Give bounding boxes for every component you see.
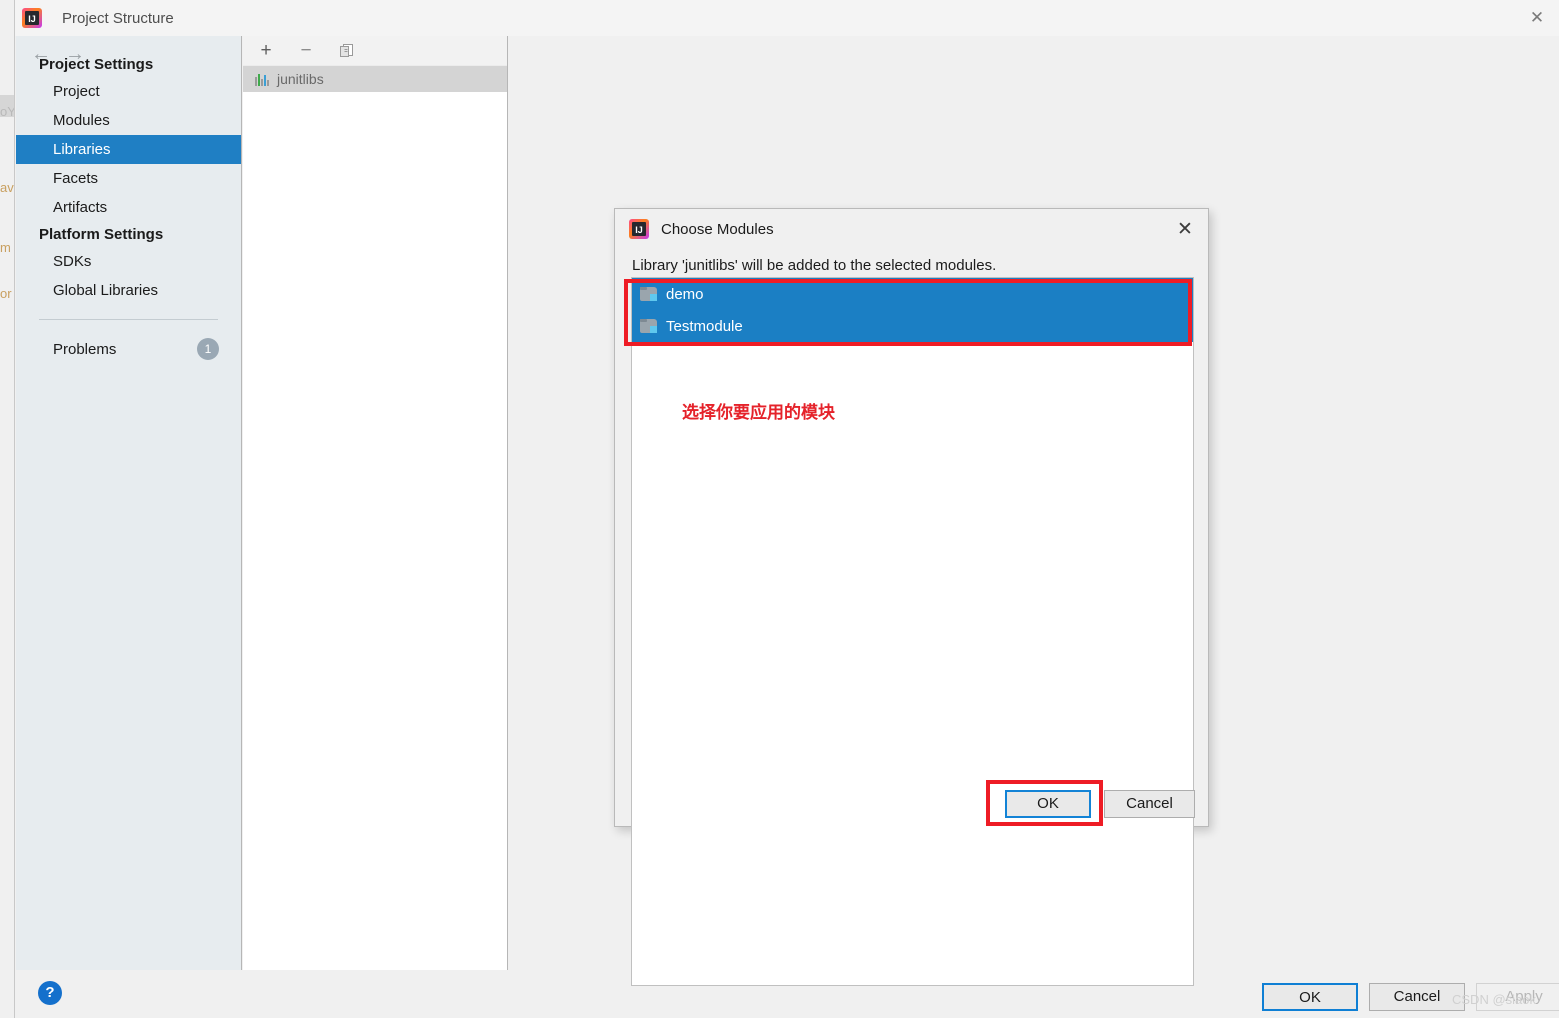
sidebar-item-artifacts[interactable]: Artifacts [16,193,241,222]
copy-icon[interactable] [335,40,357,62]
background-fragment: m [0,240,11,255]
intellij-logo-icon: IJ [22,8,42,28]
sidebar-item-modules[interactable]: Modules [16,106,241,135]
choose-modules-dialog: IJ Choose Modules ✕ Library 'junitlibs' … [614,208,1209,986]
dialog-title: Choose Modules [661,220,774,238]
back-arrow-icon[interactable]: ← [24,39,58,69]
sidebar-item-facets[interactable]: Facets [16,164,241,193]
sidebar-item-problems[interactable]: Problems 1 [16,335,241,364]
libraries-panel: + − junitlibs [243,36,508,970]
module-folder-icon [640,287,657,301]
list-item[interactable]: Testmodule [632,310,1193,342]
close-icon[interactable]: ✕ [1162,209,1208,249]
intellij-logo-icon: IJ [629,219,649,239]
list-item[interactable]: junitlibs [243,66,507,92]
module-name: Testmodule [666,317,743,335]
intellij-logo-label: IJ [28,14,36,24]
forward-arrow-icon[interactable]: → [58,39,92,69]
nav-group-platform-settings: Platform Settings SDKs Global Libraries [16,222,241,305]
annotation-text: 选择你要应用的模块 [682,403,835,422]
sidebar-item-project[interactable]: Project [16,77,241,106]
problems-count-badge: 1 [197,338,219,360]
remove-library-button[interactable]: − [295,40,317,62]
sidebar-item-sdks[interactable]: SDKs [16,247,241,276]
sidebar-item-global-libraries[interactable]: Global Libraries [16,276,241,305]
background-fragment: av [0,180,14,195]
screen: oY av m or IJ Project Structure ✕ ← → Pr… [0,0,1559,1018]
background-fragment: or [0,286,12,301]
dialog-titlebar: IJ Choose Modules ✕ [615,209,1208,249]
library-icon [255,73,269,86]
library-name: junitlibs [277,71,324,87]
close-icon[interactable]: ✕ [1514,0,1559,36]
module-folder-icon [640,319,657,333]
dialog-ok-button[interactable]: OK [1005,790,1091,818]
modules-list[interactable]: demo Testmodule [631,277,1194,986]
intellij-logo-label: IJ [635,225,643,235]
nav-group-title: Platform Settings [39,226,164,243]
sidebar-divider [39,319,218,320]
nav-group-project-settings: Project Settings Project Modules Librari… [16,52,241,222]
window-title: Project Structure [62,9,174,27]
nav-arrows: ← → [16,36,242,72]
sidebar-item-libraries[interactable]: Libraries [16,135,241,164]
watermark: CSDN @siaok [1452,992,1536,1007]
sidebar-item-label: Problems [53,341,117,358]
settings-sidebar: ← → Project Settings Project Modules Lib… [16,36,242,970]
window-titlebar: IJ Project Structure ✕ [15,0,1559,36]
libraries-toolbar: + − [243,36,507,66]
help-icon[interactable]: ? [38,981,62,1005]
add-library-button[interactable]: + [255,40,277,62]
list-item[interactable]: demo [632,278,1193,310]
dialog-cancel-button[interactable]: Cancel [1104,790,1195,818]
ok-button[interactable]: OK [1262,983,1358,1011]
cancel-button[interactable]: Cancel [1369,983,1465,1011]
module-name: demo [666,285,704,303]
